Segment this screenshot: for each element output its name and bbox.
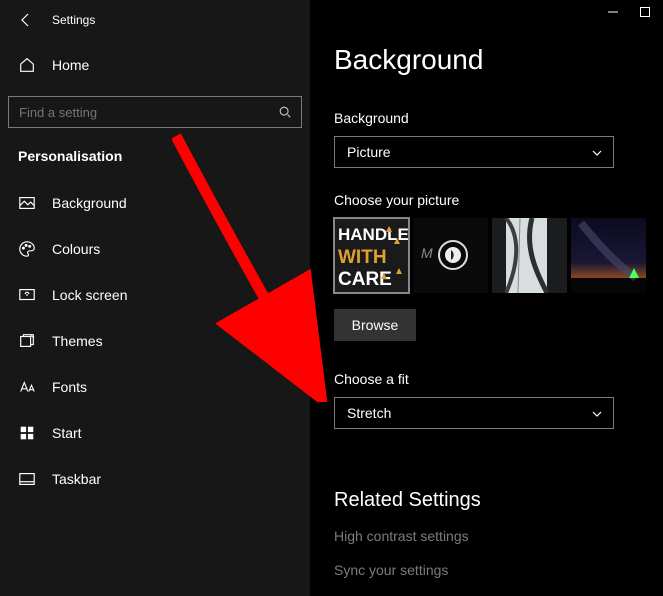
sidebar-item-colours[interactable]: Colours xyxy=(0,226,310,272)
window-title: Settings xyxy=(52,13,95,27)
picture-thumbnails: HANDLE WITH CARE M xyxy=(334,218,663,293)
sidebar-item-lockscreen[interactable]: Lock screen xyxy=(0,272,310,318)
sidebar-item-label: Themes xyxy=(52,333,103,349)
main-panel: Background Background Picture Choose you… xyxy=(310,0,663,596)
themes-icon xyxy=(18,332,36,350)
related-link-sync[interactable]: Sync your settings xyxy=(334,562,663,578)
section-heading: Personalisation xyxy=(0,128,310,174)
sidebar-item-label: Fonts xyxy=(52,379,87,395)
picture-thumbnail[interactable] xyxy=(492,218,567,293)
home-icon xyxy=(18,56,36,74)
browse-button[interactable]: Browse xyxy=(334,309,416,341)
sidebar-item-label: Lock screen xyxy=(52,287,127,303)
choose-picture-label: Choose your picture xyxy=(334,192,663,208)
home-label: Home xyxy=(52,57,89,73)
fit-dropdown-value: Stretch xyxy=(347,405,391,421)
background-label: Background xyxy=(334,110,663,126)
sidebar-item-label: Colours xyxy=(52,241,100,257)
related-link-contrast[interactable]: High contrast settings xyxy=(334,528,663,544)
nav-list: Background Colours Lock screen xyxy=(0,180,310,502)
sidebar-item-fonts[interactable]: Fonts xyxy=(0,364,310,410)
search-icon xyxy=(278,105,292,119)
sidebar: Settings Home Personalisation xyxy=(0,0,310,596)
taskbar-icon xyxy=(18,470,36,488)
picture-thumbnail[interactable] xyxy=(571,218,646,293)
picture-icon xyxy=(18,194,36,212)
related-settings-heading: Related Settings xyxy=(334,489,663,512)
picture-thumbnail[interactable]: HANDLE WITH CARE xyxy=(334,218,409,293)
sidebar-item-background[interactable]: Background xyxy=(0,180,310,226)
browse-button-label: Browse xyxy=(352,317,399,333)
search-input[interactable] xyxy=(8,96,302,128)
palette-icon xyxy=(18,240,36,258)
sidebar-item-taskbar[interactable]: Taskbar xyxy=(0,456,310,502)
fonts-icon xyxy=(18,378,36,396)
picture-thumbnail[interactable]: M xyxy=(413,218,488,293)
svg-text:M: M xyxy=(421,245,433,261)
window-controls xyxy=(595,0,663,24)
sidebar-item-label: Taskbar xyxy=(52,471,101,487)
svg-text:CARE: CARE xyxy=(338,269,392,290)
background-dropdown-value: Picture xyxy=(347,144,391,160)
sidebar-item-label: Start xyxy=(52,425,82,441)
sidebar-item-label: Background xyxy=(52,195,127,211)
fit-dropdown[interactable]: Stretch xyxy=(334,397,614,429)
minimize-icon[interactable] xyxy=(607,6,619,18)
back-icon[interactable] xyxy=(18,12,34,28)
search-box xyxy=(8,96,302,128)
page-title: Background xyxy=(334,44,663,76)
sidebar-item-start[interactable]: Start xyxy=(0,410,310,456)
choose-fit-label: Choose a fit xyxy=(334,371,663,387)
home-nav[interactable]: Home xyxy=(0,42,310,88)
maximize-icon[interactable] xyxy=(639,6,651,18)
start-icon xyxy=(18,424,36,442)
lock-screen-icon xyxy=(18,286,36,304)
chevron-down-icon xyxy=(591,146,603,158)
svg-text:WITH: WITH xyxy=(338,247,387,268)
background-dropdown[interactable]: Picture xyxy=(334,136,614,168)
chevron-down-icon xyxy=(591,407,603,419)
sidebar-item-themes[interactable]: Themes xyxy=(0,318,310,364)
titlebar: Settings xyxy=(0,8,310,42)
